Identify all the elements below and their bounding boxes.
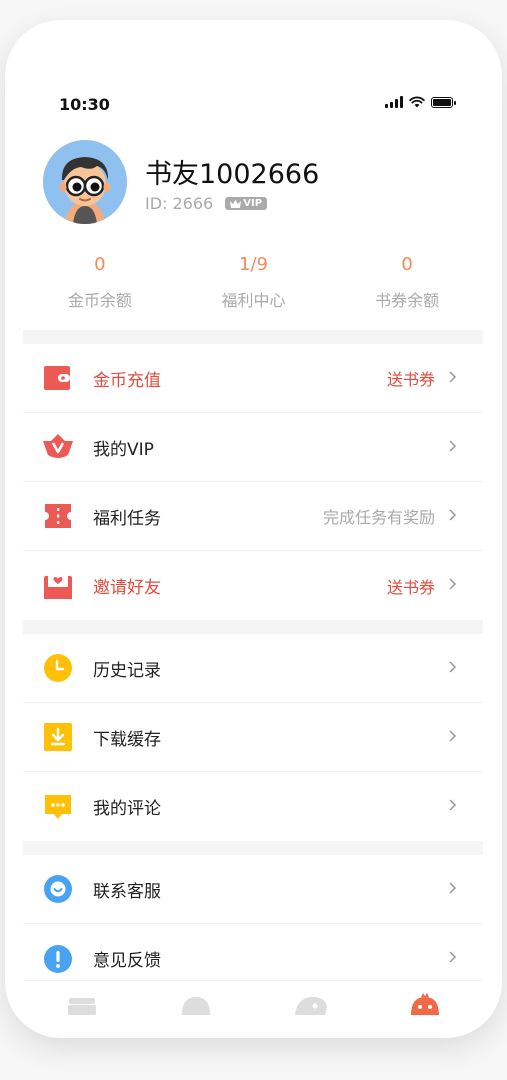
profile-header[interactable]: 书友1002666 ID: 2666 VIP [5,130,502,240]
chevron-right-icon [449,730,457,742]
status-icons [385,96,456,108]
phone-screen: 10:30 书友1002666 ID: 2666 VIP 0 金币余额 1/9 … [5,20,502,1038]
ticket-icon [43,501,73,531]
menu-item-label: 福利任务 [93,508,161,529]
chevron-right-icon [449,371,457,383]
chevron-right-icon [449,799,457,811]
menu-group-content: 历史记录 下载缓存 我的评论 [23,634,483,841]
menu-item-invite-friends[interactable]: 邀请好友 送书券 [23,551,483,620]
stat-label: 福利中心 [221,291,286,310]
stat-label: 书券余额 [375,291,440,310]
menu-item-label: 联系客服 [93,881,161,902]
menu-item-label: 金币充值 [93,370,161,391]
tab-bookstore[interactable] [166,981,226,1038]
discover-tab-icon [294,997,327,1015]
mine-tab-icon [410,993,439,1015]
chevron-right-icon [449,578,457,590]
menu-item-downloads[interactable]: 下载缓存 [23,703,483,772]
vip-badge-label: VIP [243,198,263,209]
stat-value: 1/9 [239,254,268,275]
signal-icon [385,96,403,108]
menu-item-extra: 送书券 [386,577,435,597]
menu-group-account: 金币充值 送书券 我的VIP 福利任务 完成任务有奖励 邀请好友 送书券 [23,344,483,620]
user-id-line: ID: 2666 VIP [145,194,268,213]
chevron-right-icon [449,661,457,673]
section-divider [23,330,483,344]
tab-discover[interactable] [281,981,341,1038]
stat-voucher-balance[interactable]: 0 书券余额 [332,250,482,330]
menu-group-support: 联系客服 意见反馈 [23,855,483,993]
download-icon [43,722,73,752]
user-id: ID: 2666 [145,194,214,213]
vip-crown-icon [43,432,73,462]
menu-item-welfare-tasks[interactable]: 福利任务 完成任务有奖励 [23,482,483,551]
section-divider [23,841,483,855]
status-time: 10:30 [59,95,110,114]
tab-mine[interactable] [395,981,455,1038]
section-divider [23,620,483,634]
bookshelf-tab-icon [68,998,97,1015]
menu-item-label: 意见反馈 [93,951,161,971]
menu-item-history[interactable]: 历史记录 [23,634,483,703]
chevron-right-icon [449,882,457,894]
avatar[interactable] [43,140,127,224]
comment-icon [43,792,73,822]
menu-item-label: 我的VIP [93,439,154,460]
battery-icon [431,97,456,108]
menu-item-label: 历史记录 [93,660,161,681]
chevron-right-icon [449,951,457,963]
chevron-right-icon [449,509,457,521]
menu-item-customer-service[interactable]: 联系客服 [23,855,483,924]
stats-row: 0 金币余额 1/9 福利中心 0 书券余额 [5,250,502,330]
menu-item-my-comments[interactable]: 我的评论 [23,772,483,841]
chevron-right-icon [449,440,457,452]
stat-welfare-center[interactable]: 1/9 福利中心 [178,250,328,330]
invite-envelope-icon [43,571,73,601]
wallet-icon [43,363,73,393]
bottom-tab-bar [25,980,482,1038]
stat-coin-balance[interactable]: 0 金币余额 [25,250,175,330]
menu-item-extra: 完成任务有奖励 [322,508,435,527]
menu-item-my-vip[interactable]: 我的VIP [23,413,483,482]
stat-value: 0 [94,254,106,275]
bookstore-tab-icon [182,997,211,1015]
stat-value: 0 [401,254,413,275]
feedback-icon [43,944,73,974]
username: 书友1002666 [145,159,320,190]
customer-service-icon [43,874,73,904]
stat-label: 金币余额 [67,291,132,310]
menu-item-label: 邀请好友 [93,578,161,598]
status-bar: 10:30 [5,20,502,130]
menu-item-coin-recharge[interactable]: 金币充值 送书券 [23,344,483,413]
vip-badge: VIP [225,197,268,210]
menu-item-label: 下载缓存 [93,729,161,750]
wifi-icon [409,96,425,108]
menu-item-extra: 送书券 [386,370,435,389]
clock-icon [43,653,73,683]
menu-item-label: 我的评论 [93,799,161,819]
tab-bookshelf[interactable] [52,981,112,1038]
crown-icon [230,199,242,208]
